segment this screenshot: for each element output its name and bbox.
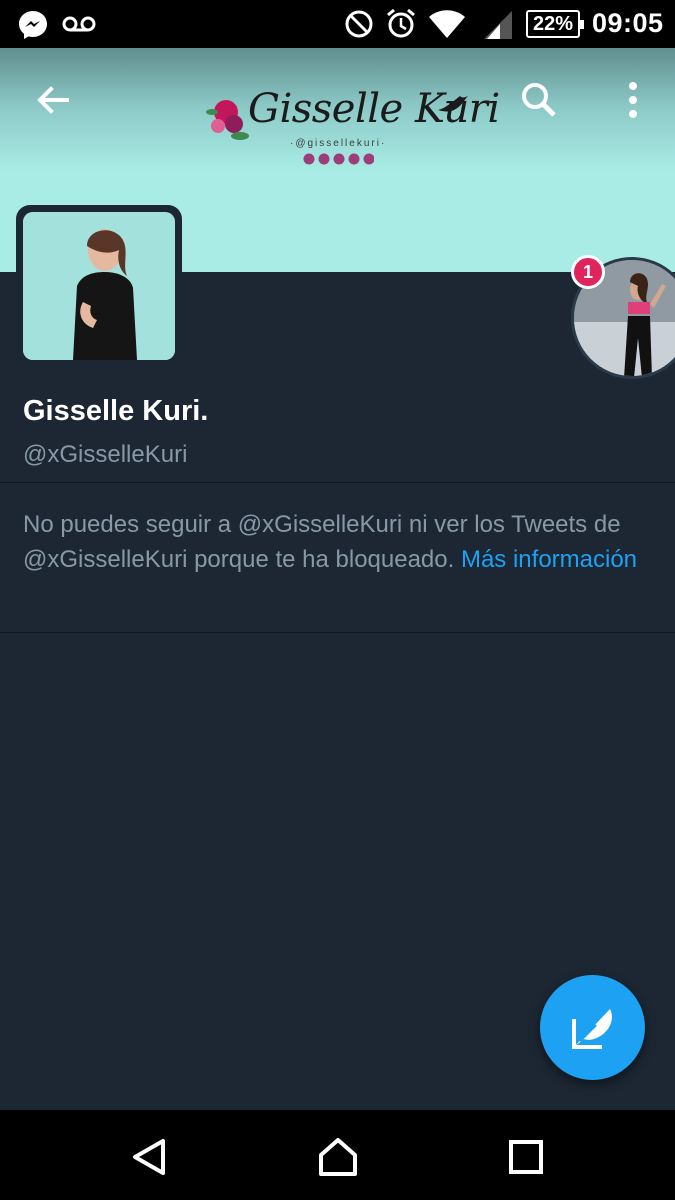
status-bar: 22% 09:05 xyxy=(0,0,675,48)
alarm-icon xyxy=(387,8,415,38)
profile-name: Gisselle Kuri. xyxy=(23,395,209,427)
compose-tweet-button[interactable] xyxy=(540,975,645,1080)
divider xyxy=(0,482,675,483)
system-nav-bar xyxy=(0,1110,675,1200)
battery-indicator: 22% xyxy=(526,10,584,38)
banner-handle: ·@gissellekuri· xyxy=(290,138,387,149)
back-arrow-icon[interactable] xyxy=(29,76,77,124)
profile-avatar[interactable] xyxy=(16,205,182,367)
back-triangle-icon[interactable] xyxy=(130,1137,170,1177)
do-not-disturb-icon xyxy=(345,10,373,38)
avatar-photo xyxy=(23,212,175,360)
home-icon[interactable] xyxy=(318,1137,358,1177)
voicemail-icon xyxy=(62,16,96,32)
overflow-menu-icon[interactable] xyxy=(609,76,657,124)
compose-tweet-icon xyxy=(572,1009,612,1049)
bird-decoration-icon xyxy=(438,96,468,112)
social-icons-row xyxy=(303,153,374,165)
more-info-link[interactable]: Más información xyxy=(461,546,637,573)
search-icon[interactable] xyxy=(515,76,563,124)
messenger-icon xyxy=(19,11,47,39)
profile-handle: @xGisselleKuri xyxy=(23,441,188,468)
blocked-notice: No puedes seguir a @xGisselleKuri ni ver… xyxy=(23,507,653,577)
wifi-icon xyxy=(429,10,465,38)
recents-icon[interactable] xyxy=(506,1137,546,1177)
cell-signal-icon xyxy=(484,11,512,39)
banner-logo: Gisselle Kuri ·@gissellekuri· xyxy=(204,82,500,212)
flower-decoration-icon xyxy=(206,100,249,140)
story-notification-badge: 1 xyxy=(571,255,605,289)
divider xyxy=(0,632,675,633)
status-clock: 09:05 xyxy=(592,8,664,38)
